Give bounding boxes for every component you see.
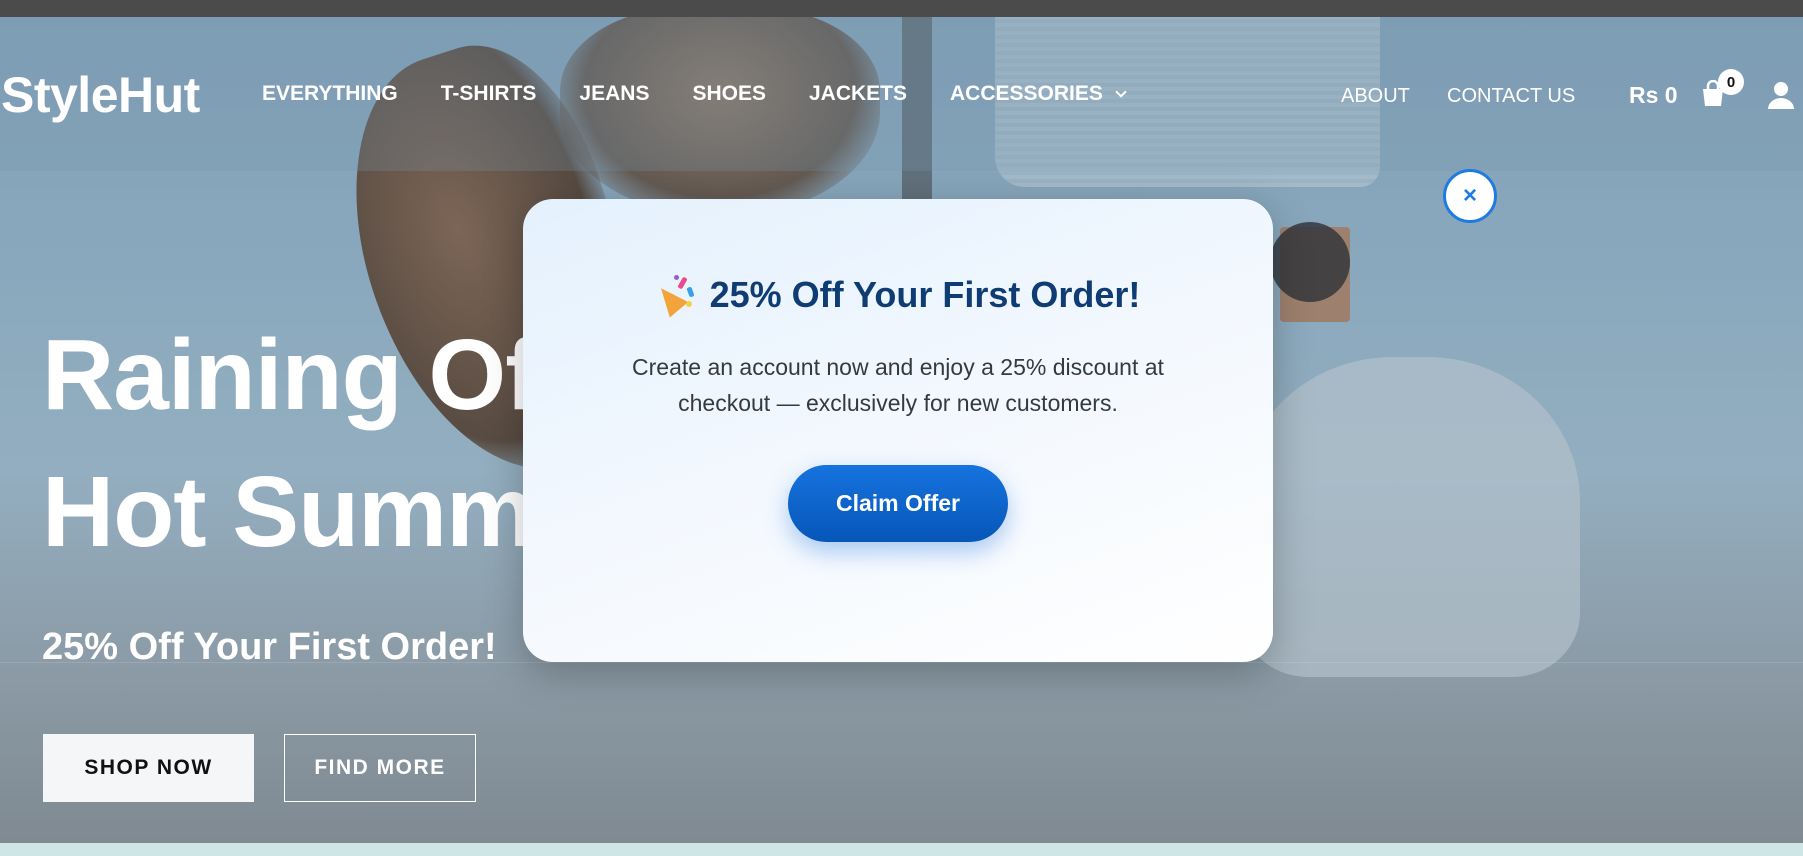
- shop-now-button[interactable]: SHOP NOW: [43, 734, 254, 802]
- nav-item-jeans[interactable]: JEANS: [579, 82, 649, 106]
- nav-contact-us[interactable]: CONTACT US: [1447, 85, 1575, 108]
- nav-item-tshirts[interactable]: T-SHIRTS: [441, 82, 537, 106]
- sunglasses-image: [1270, 222, 1350, 302]
- claim-offer-button[interactable]: Claim Offer: [788, 465, 1008, 542]
- close-popup-button[interactable]: ×: [1443, 169, 1497, 223]
- chevron-down-icon: [1115, 85, 1127, 98]
- nav-item-jackets[interactable]: JACKETS: [809, 82, 907, 106]
- nav-item-accessories-label: ACCESSORIES: [950, 82, 1103, 105]
- nav-item-accessories[interactable]: ACCESSORIES: [950, 82, 1127, 106]
- browser-top-bar: [0, 0, 1803, 17]
- bottom-strip: [0, 843, 1803, 856]
- offer-popup: 25% Off Your First Order! Create an acco…: [523, 199, 1273, 662]
- main-nav: EVERYTHING T-SHIRTS JEANS SHOES JACKETS …: [262, 82, 1168, 106]
- close-icon: ×: [1462, 182, 1477, 209]
- nav-about[interactable]: ABOUT: [1341, 85, 1410, 108]
- tshirt-image: [1240, 357, 1580, 677]
- cart-total[interactable]: Rs 0: [1629, 82, 1678, 109]
- hero-subtitle: 25% Off Your First Order!: [42, 626, 497, 668]
- find-more-button[interactable]: FIND MORE: [284, 734, 476, 802]
- cart-count-badge: 0: [1718, 69, 1744, 95]
- party-popper-icon: [651, 275, 696, 318]
- nav-item-everything[interactable]: EVERYTHING: [262, 82, 398, 106]
- nav-item-shoes[interactable]: SHOES: [692, 82, 766, 106]
- popup-body: Create an account now and enjoy a 25% di…: [632, 354, 1164, 416]
- popup-title: 25% Off Your First Order!: [709, 274, 1141, 315]
- user-icon[interactable]: [1766, 80, 1796, 110]
- site-logo[interactable]: StyleHut: [1, 66, 200, 124]
- popup-title-row: 25% Off Your First Order!: [523, 274, 1273, 318]
